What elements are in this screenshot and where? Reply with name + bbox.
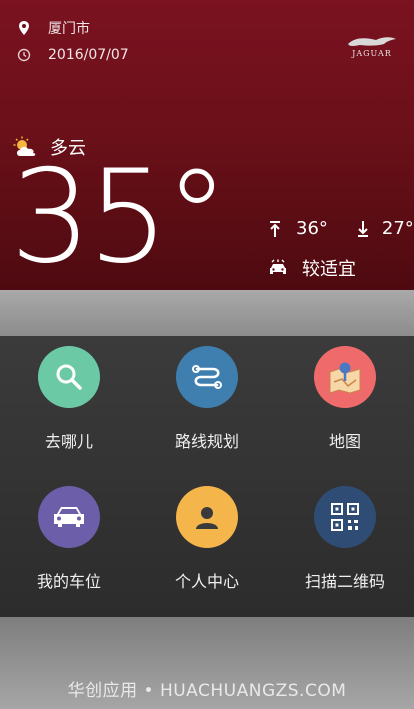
car-wash-comfort: 较适宜 xyxy=(268,255,356,281)
tile-label: 路线规划 xyxy=(174,432,239,451)
map-icon xyxy=(314,346,376,408)
date-label: 2016/07/07 xyxy=(48,47,129,63)
footer-watermark: 华创应用 • HUACHUANGZS.COM xyxy=(67,681,347,701)
low-temperature: 27° xyxy=(381,218,414,239)
date-row: 2016/07/07 xyxy=(16,47,129,63)
tile-profile[interactable]: 个人中心 xyxy=(138,476,276,606)
arrow-down-icon xyxy=(357,220,368,237)
divider-strip xyxy=(0,290,414,336)
weather-header: 厦门市 2016/07/07 JAGUAR 多云 35° 36° 27° 较适宜 xyxy=(0,0,414,290)
qrcode-icon xyxy=(314,486,376,548)
menu-grid: 去哪儿 路线规划 地图 我的车位 个人中心 扫描二维码 xyxy=(0,336,414,617)
tile-scan-qrcode[interactable]: 扫描二维码 xyxy=(276,476,414,606)
current-temperature: 35° xyxy=(10,143,229,292)
comfort-label: 较适宜 xyxy=(302,259,356,280)
clock-icon xyxy=(17,48,31,62)
route-icon xyxy=(176,346,238,408)
jaguar-logo: JAGUAR xyxy=(344,30,400,60)
tile-route-planning[interactable]: 路线规划 xyxy=(138,336,276,466)
location-pin-icon xyxy=(19,21,29,35)
tile-label: 个人中心 xyxy=(174,572,239,591)
tile-label: 去哪儿 xyxy=(44,432,93,451)
high-temperature: 36° xyxy=(296,218,328,239)
tile-search[interactable]: 去哪儿 xyxy=(0,336,138,466)
tile-map[interactable]: 地图 xyxy=(276,336,414,466)
tile-label: 地图 xyxy=(328,432,361,451)
car-wash-icon xyxy=(270,259,286,274)
temperature-range: 36° 27° xyxy=(268,218,414,239)
tile-label: 我的车位 xyxy=(36,572,101,591)
location-row: 厦门市 xyxy=(16,18,90,38)
tile-my-parking[interactable]: 我的车位 xyxy=(0,476,138,606)
brand-wordmark: JAGUAR xyxy=(352,49,392,58)
tile-label: 扫描二维码 xyxy=(304,572,385,591)
car-icon xyxy=(38,486,100,548)
arrow-up-icon xyxy=(270,220,280,237)
user-icon xyxy=(176,486,238,548)
city-label: 厦门市 xyxy=(48,21,90,37)
search-icon xyxy=(38,346,100,408)
